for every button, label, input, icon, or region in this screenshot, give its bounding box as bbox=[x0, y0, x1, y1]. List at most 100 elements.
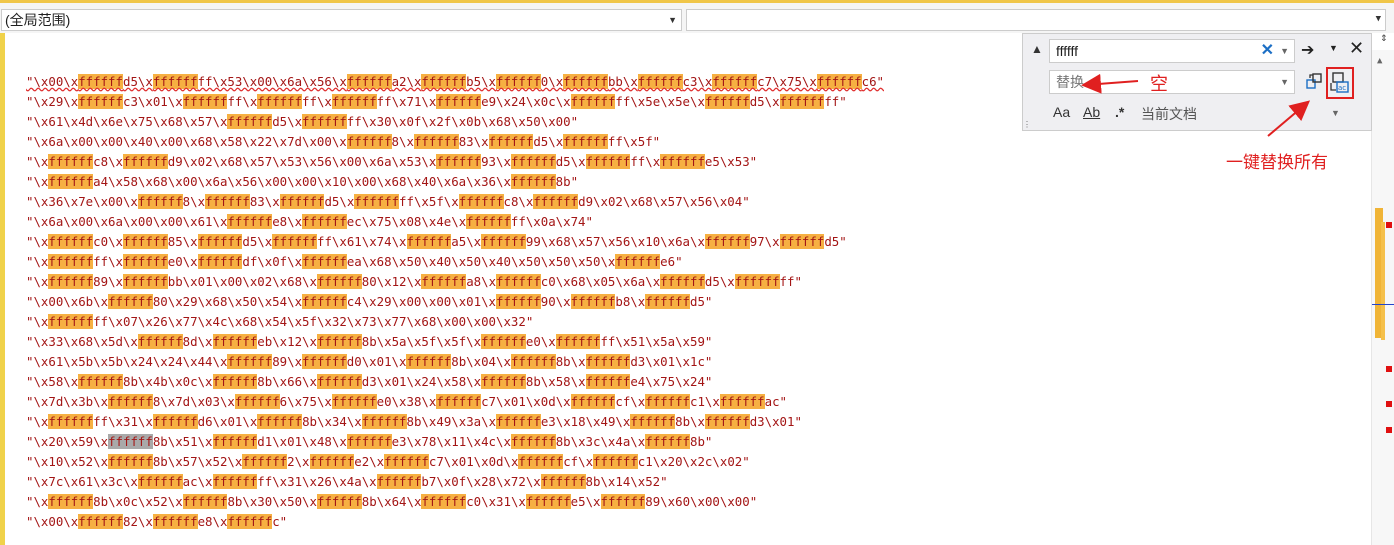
chevron-down-icon[interactable]: ▼ bbox=[1331, 108, 1340, 118]
search-match-highlight: ffffff bbox=[227, 114, 273, 129]
search-match-highlight: ffffff bbox=[108, 394, 153, 409]
code-editor[interactable]: "\x00\xffffffd5\xffffffff\x53\x00\x6a\x5… bbox=[26, 72, 1366, 532]
code-line[interactable]: "\xffffffc8\xffffffd9\x02\x68\x57\x53\x5… bbox=[26, 152, 1366, 172]
vertical-scrollbar[interactable]: ▲ bbox=[1371, 50, 1394, 545]
search-match-highlight: ffffff bbox=[481, 234, 526, 249]
close-icon[interactable]: ✕ bbox=[1349, 38, 1364, 59]
search-match-highlight: ffffff bbox=[48, 314, 94, 329]
clear-search-icon[interactable]: ✕ bbox=[1261, 40, 1274, 62]
code-line[interactable]: "\x7c\x61\x3c\xffffffac\xffffffff\x31\x2… bbox=[26, 472, 1366, 492]
search-match-highlight: ffffff bbox=[570, 294, 616, 309]
search-match-highlight: ffffff bbox=[346, 434, 392, 449]
search-match-highlight: ffffff bbox=[525, 494, 571, 509]
search-match-highlight: ffffff bbox=[481, 374, 526, 389]
search-match-highlight: ffffff bbox=[279, 194, 325, 209]
code-line[interactable]: "\x00\x6b\xffffff80\x29\x68\x50\x54\xfff… bbox=[26, 292, 1366, 312]
search-match-highlight: ffffff bbox=[302, 254, 347, 269]
code-line[interactable]: "\xffffff89\xffffffbb\x01\x00\x02\x68\xf… bbox=[26, 272, 1366, 292]
code-line[interactable]: "\x58\xffffff8b\x4b\x0c\xffffff8b\x66\xf… bbox=[26, 372, 1366, 392]
search-match-highlight: ffffff bbox=[779, 94, 825, 109]
search-match-highlight: ffffff bbox=[257, 414, 303, 429]
search-match-highlight: ffffff bbox=[458, 194, 504, 209]
search-match-highlight: ffffff bbox=[510, 434, 556, 449]
replace-next-icon[interactable] bbox=[1304, 71, 1324, 91]
collapse-replace-icon[interactable]: ▲ bbox=[1031, 42, 1043, 56]
code-line[interactable]: "\x36\x7e\x00\xffffff8\xffffff83\xffffff… bbox=[26, 192, 1366, 212]
search-match-highlight: ffffff bbox=[48, 274, 94, 289]
search-match-highlight: ffffff bbox=[48, 234, 94, 249]
find-next-icon[interactable]: ➔ bbox=[1301, 40, 1314, 60]
search-match-highlight: ffffff bbox=[331, 394, 377, 409]
code-line[interactable]: "\xffffff8b\x0c\x52\xffffff8b\x30\x50\xf… bbox=[26, 492, 1366, 512]
code-line[interactable]: "\xffffffa4\x58\x68\x00\x6a\x56\x00\x00\… bbox=[26, 172, 1366, 192]
code-line[interactable]: "\x33\x68\x5d\xffffff8d\xffffffeb\x12\xf… bbox=[26, 332, 1366, 352]
search-match-highlight: ffffff bbox=[645, 434, 690, 449]
search-match-highlight: ffffff bbox=[645, 294, 690, 309]
scroll-up-icon[interactable]: ▲ bbox=[1377, 56, 1382, 66]
search-match-highlight: ffffff bbox=[421, 74, 467, 89]
regex-toggle[interactable]: .* bbox=[1115, 104, 1124, 120]
search-match-highlight: ffffff bbox=[510, 174, 556, 189]
search-match-highlight: ffffff bbox=[488, 134, 534, 149]
search-match-highlight: ffffff bbox=[346, 134, 392, 149]
search-match-highlight: ffffff bbox=[421, 274, 467, 289]
search-match-highlight: ffffff bbox=[376, 474, 422, 489]
scrollbar-match-marker bbox=[1381, 222, 1385, 340]
search-match-highlight: ffffff bbox=[152, 74, 198, 89]
search-match-highlight: ffffff bbox=[123, 234, 168, 249]
search-match-highlight: ffffff bbox=[660, 274, 705, 289]
code-line[interactable]: "\x20\x59\xffffff8b\x51\xffffffd1\x01\x4… bbox=[26, 432, 1366, 452]
search-match-highlight: ffffff bbox=[48, 174, 94, 189]
scope-dropdown[interactable]: (全局范围) ▼ bbox=[1, 9, 682, 31]
search-match-highlight: ffffff bbox=[205, 194, 250, 209]
code-line[interactable]: "\x6a\x00\x6a\x00\x00\x61\xffffffe8\xfff… bbox=[26, 212, 1366, 232]
search-match-highlight: ffffff bbox=[123, 274, 168, 289]
code-line[interactable]: "\x00\xffffff82\xffffffe8\xffffffc" bbox=[26, 512, 1366, 532]
search-match-highlight: ffffff bbox=[197, 254, 243, 269]
search-match-highlight: ffffff bbox=[719, 394, 765, 409]
search-input[interactable]: ffffff ✕ ▼ bbox=[1049, 39, 1295, 63]
search-match-highlight: ffffff bbox=[257, 94, 303, 109]
scope-dropdown-label: (全局范围) bbox=[5, 12, 71, 28]
search-match-highlight: ffffff bbox=[734, 274, 780, 289]
search-match-highlight: ffffff bbox=[593, 454, 638, 469]
change-tracking-margin bbox=[0, 33, 5, 545]
find-options-dropdown-icon[interactable]: ▼ bbox=[1329, 43, 1338, 53]
search-match-highlight: ffffff bbox=[123, 154, 168, 169]
match-case-toggle[interactable]: Aa bbox=[1053, 104, 1070, 120]
svg-text:ac: ac bbox=[1338, 84, 1346, 92]
replace-all-button[interactable]: ac bbox=[1326, 67, 1354, 99]
code-line[interactable]: "\x7d\x3b\xffffff8\x7d\x03\xffffff6\x75\… bbox=[26, 392, 1366, 412]
replace-input[interactable]: 替换... ▼ bbox=[1049, 70, 1295, 94]
search-match-highlight: ffffff bbox=[272, 234, 317, 249]
code-line[interactable]: "\xffffffff\x31\xffffffd6\x01\xffffff8b\… bbox=[26, 412, 1366, 432]
replace-history-dropdown-icon[interactable]: ▼ bbox=[1280, 71, 1289, 93]
find-replace-panel: ▲ ffffff ✕ ▼ ➔ ▼ ✕ 替换... ▼ ac Aa Ab .* 当… bbox=[1022, 33, 1372, 131]
code-line[interactable]: "\xffffffff\x07\x26\x77\x4c\x68\x54\x5f\… bbox=[26, 312, 1366, 332]
search-scope-dropdown[interactable]: 当前文档 bbox=[1141, 104, 1197, 124]
match-whole-word-toggle[interactable]: Ab bbox=[1083, 104, 1100, 120]
member-dropdown[interactable]: ▼ bbox=[686, 9, 1386, 31]
error-marker bbox=[1386, 222, 1392, 228]
split-window-icon[interactable]: ⇕ bbox=[1374, 30, 1394, 48]
code-line[interactable]: "\x61\x5b\x5b\x24\x24\x44\xffffff89\xfff… bbox=[26, 352, 1366, 372]
search-match-highlight: ffffff bbox=[704, 94, 750, 109]
resize-grip-icon[interactable]: ⋮ bbox=[1023, 120, 1031, 129]
search-match-highlight: ffffff bbox=[712, 74, 758, 89]
search-match-highlight: ffffff bbox=[152, 414, 198, 429]
code-line[interactable]: "\xffffffff\xffffffe0\xffffffdf\x0f\xfff… bbox=[26, 252, 1366, 272]
search-match-highlight: ffffff bbox=[78, 74, 123, 89]
search-match-highlight: ffffff bbox=[48, 254, 94, 269]
code-line[interactable]: "\x10\x52\xffffff8b\x57\x52\xffffff2\xff… bbox=[26, 452, 1366, 472]
code-line[interactable]: "\xffffffc0\xffffff85\xffffffd5\xfffffff… bbox=[26, 232, 1366, 252]
search-match-highlight: ffffff bbox=[421, 494, 467, 509]
search-match-highlight: ffffff bbox=[600, 494, 646, 509]
search-history-dropdown-icon[interactable]: ▼ bbox=[1280, 40, 1289, 62]
code-line[interactable]: "\x6a\x00\x00\x40\x00\x68\x58\x22\x7d\x0… bbox=[26, 132, 1366, 152]
search-match-highlight: ffffff bbox=[242, 454, 288, 469]
search-match-highlight: ffffff bbox=[302, 294, 347, 309]
search-match-highlight: ffffff bbox=[212, 474, 258, 489]
search-match-highlight: ffffff bbox=[406, 234, 452, 249]
search-match-highlight: ffffff bbox=[436, 154, 482, 169]
search-match-highlight: ffffff bbox=[302, 354, 347, 369]
